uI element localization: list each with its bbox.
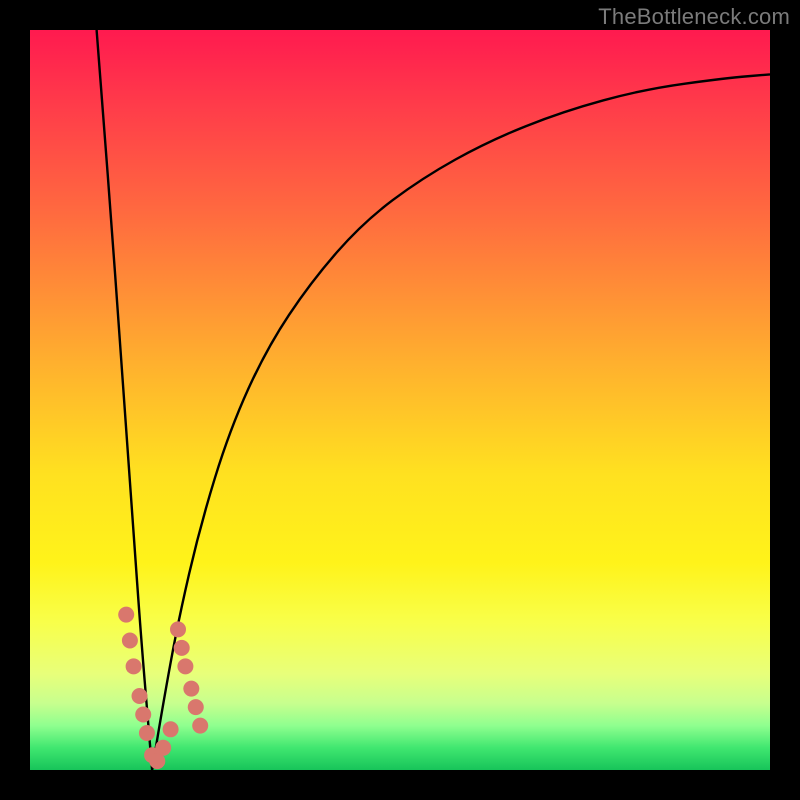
scatter-dot — [118, 607, 134, 623]
scatter-dot — [135, 707, 151, 723]
scatter-dot — [155, 740, 171, 756]
scatter-dot — [126, 658, 142, 674]
gradient-background — [30, 30, 770, 770]
watermark-label: TheBottleneck.com — [598, 4, 790, 30]
scatter-dot — [188, 699, 204, 715]
scatter-dot — [192, 718, 208, 734]
scatter-dot — [177, 658, 193, 674]
scatter-dot — [139, 725, 155, 741]
scatter-dot — [183, 681, 199, 697]
scatter-dot — [163, 721, 179, 737]
scatter-dot — [170, 621, 186, 637]
bottleneck-chart — [30, 30, 770, 770]
scatter-dot — [174, 640, 190, 656]
scatter-dot — [132, 688, 148, 704]
scatter-dot — [122, 633, 138, 649]
chart-frame: TheBottleneck.com — [0, 0, 800, 800]
